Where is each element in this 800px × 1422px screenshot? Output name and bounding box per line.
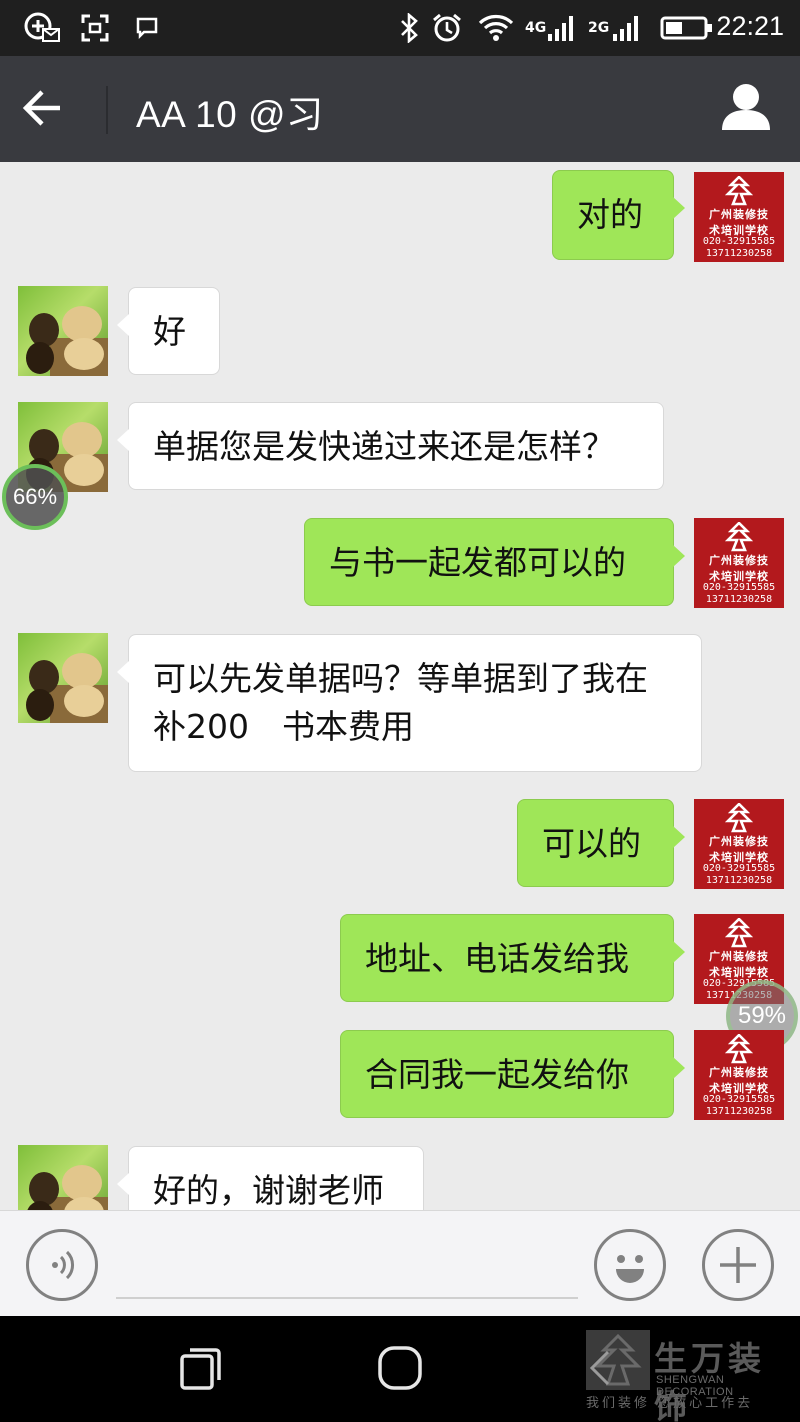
message-row: 好的，谢谢老师: [0, 1136, 800, 1210]
back-button[interactable]: [22, 82, 86, 138]
smiley-icon: [616, 1255, 644, 1283]
school-logo-icon: [724, 918, 754, 948]
message-text: 好的，谢谢老师: [153, 1171, 384, 1210]
avatar-text: 广州装修技: [709, 950, 769, 963]
chat-title: AA 10 @习: [136, 94, 324, 135]
message-icon: [134, 12, 160, 44]
network-type-label: 4G: [525, 20, 547, 36]
chat-info-button[interactable]: [716, 80, 778, 140]
avatar-phone: 13711230258: [705, 248, 773, 259]
received-bubble[interactable]: 好的，谢谢老师: [117, 1146, 424, 1210]
avatar-phone: 13711230258: [705, 1106, 773, 1117]
back-arrow-icon: [22, 90, 60, 126]
message-text: 单据您是发快递过来还是怎样？: [153, 427, 615, 466]
recents-button[interactable]: [178, 1346, 224, 1392]
avatar-text: 广州装修技: [709, 208, 769, 221]
school-avatar[interactable]: 广州装修技 术培训学校 020-32915585 13711230258: [694, 799, 784, 889]
avatar-phone: 13711230258: [705, 594, 773, 605]
header-divider: [106, 86, 108, 134]
message-text: 对的: [577, 195, 643, 234]
home-button[interactable]: [376, 1344, 424, 1392]
home-icon: [378, 1346, 422, 1390]
recents-icon: [180, 1348, 221, 1390]
status-bar: 4G 2G 22:21: [0, 0, 800, 56]
network-type-label-2: 2G: [588, 20, 610, 36]
signal-icon-2: 2G: [584, 12, 644, 44]
puppies-image-icon: [26, 653, 108, 723]
school-logo-icon: [724, 803, 754, 833]
school-avatar[interactable]: 广州装修技 术培训学校 020-32915585 13711230258: [694, 172, 784, 262]
message-text: 合同我一起发给你: [365, 1055, 629, 1094]
screenshot-icon: [80, 12, 110, 44]
avatar-phone: 020-32915585: [702, 1094, 776, 1105]
school-avatar[interactable]: 广州装修技 术培训学校 020-32915585 13711230258: [694, 518, 784, 608]
message-row: 地址、电话发给我 广州装修技 术培训学校 020-32915585 137112…: [0, 904, 800, 1014]
more-options-button[interactable]: [702, 1229, 774, 1301]
sent-bubble[interactable]: 与书一起发都可以的: [304, 518, 685, 606]
message-row: 对的 广州装修技 术培训学校 020-32915585 13711230258: [0, 162, 800, 272]
voice-input-button[interactable]: [26, 1229, 98, 1301]
sent-bubble[interactable]: 合同我一起发给你: [340, 1030, 685, 1118]
received-bubble[interactable]: 单据您是发快递过来还是怎样？: [117, 402, 664, 490]
bluetooth-icon: [396, 12, 422, 44]
message-row: 与书一起发都可以的 广州装修技 术培训学校 020-32915585 13711…: [0, 508, 800, 618]
message-text: 可以先发单据吗？等单据到了我在补200 书本费用: [153, 659, 648, 746]
received-bubble[interactable]: 好: [117, 287, 220, 375]
school-avatar[interactable]: 广州装修技 术培训学校 020-32915585 13711230258: [694, 1030, 784, 1120]
avatar-phone: 020-32915585: [702, 863, 776, 874]
status-time: 22:21: [716, 11, 784, 41]
badge-text: 66%: [12, 484, 58, 509]
sent-bubble[interactable]: 可以的: [517, 799, 685, 887]
contact-avatar[interactable]: [18, 1145, 108, 1210]
message-input[interactable]: [116, 1233, 578, 1299]
message-text: 地址、电话发给我: [365, 939, 629, 978]
brand-watermark: 生万装饰 SHENGWAN DECORATION 我们装修 您放心工作去: [586, 1330, 792, 1422]
contact-avatar[interactable]: [18, 286, 108, 376]
sent-bubble[interactable]: 对的: [552, 170, 685, 260]
avatar-text: 广州装修技: [709, 1066, 769, 1079]
message-row: 合同我一起发给你 广州装修技 术培训学校 020-32915585 137112…: [0, 1020, 800, 1130]
voice-icon: [52, 1250, 74, 1280]
message-text: 好: [153, 312, 186, 351]
message-list[interactable]: 对的 广州装修技 术培训学校 020-32915585 13711230258 …: [0, 162, 800, 1210]
avatar-text: 广州装修技: [709, 554, 769, 567]
avatar-text: 广州装修技: [709, 835, 769, 848]
brand-slogan: 我们装修 您放心工作去: [586, 1396, 754, 1411]
message-text: 与书一起发都可以的: [329, 543, 626, 582]
sent-bubble[interactable]: 地址、电话发给我: [340, 914, 685, 1002]
brand-logo-icon: [586, 1330, 650, 1390]
received-bubble[interactable]: 可以先发单据吗？等单据到了我在补200 书本费用: [117, 634, 702, 772]
vpn-mail-icon: [22, 12, 62, 44]
chat-header: AA 10 @习: [0, 56, 800, 162]
wifi-icon: [478, 12, 514, 44]
alarm-icon: [430, 12, 464, 44]
avatar-phone: 020-32915585: [702, 236, 776, 247]
message-row: 好: [0, 277, 800, 387]
message-row: 可以先发单据吗？等单据到了我在补200 书本费用: [0, 624, 800, 784]
avatar-phone: 13711230258: [705, 875, 773, 886]
message-row: 可以的 广州装修技 术培训学校 020-32915585 13711230258: [0, 789, 800, 899]
puppies-image-icon: [26, 306, 108, 376]
puppies-image-icon: [27, 1165, 108, 1210]
message-text: 可以的: [542, 824, 641, 863]
plus-icon: [720, 1247, 756, 1283]
school-logo-icon: [724, 176, 754, 206]
avatar-phone: 020-32915585: [702, 582, 776, 593]
emoji-button[interactable]: [594, 1229, 666, 1301]
input-bar: [0, 1210, 800, 1316]
battery-icon: [660, 12, 714, 44]
signal-icon: 4G: [520, 12, 580, 44]
contact-avatar[interactable]: [18, 633, 108, 723]
school-logo-icon: [724, 522, 754, 552]
school-logo-icon: [724, 1034, 754, 1064]
person-icon: [722, 84, 770, 130]
message-row: 单据您是发快递过来还是怎样？: [0, 392, 800, 502]
